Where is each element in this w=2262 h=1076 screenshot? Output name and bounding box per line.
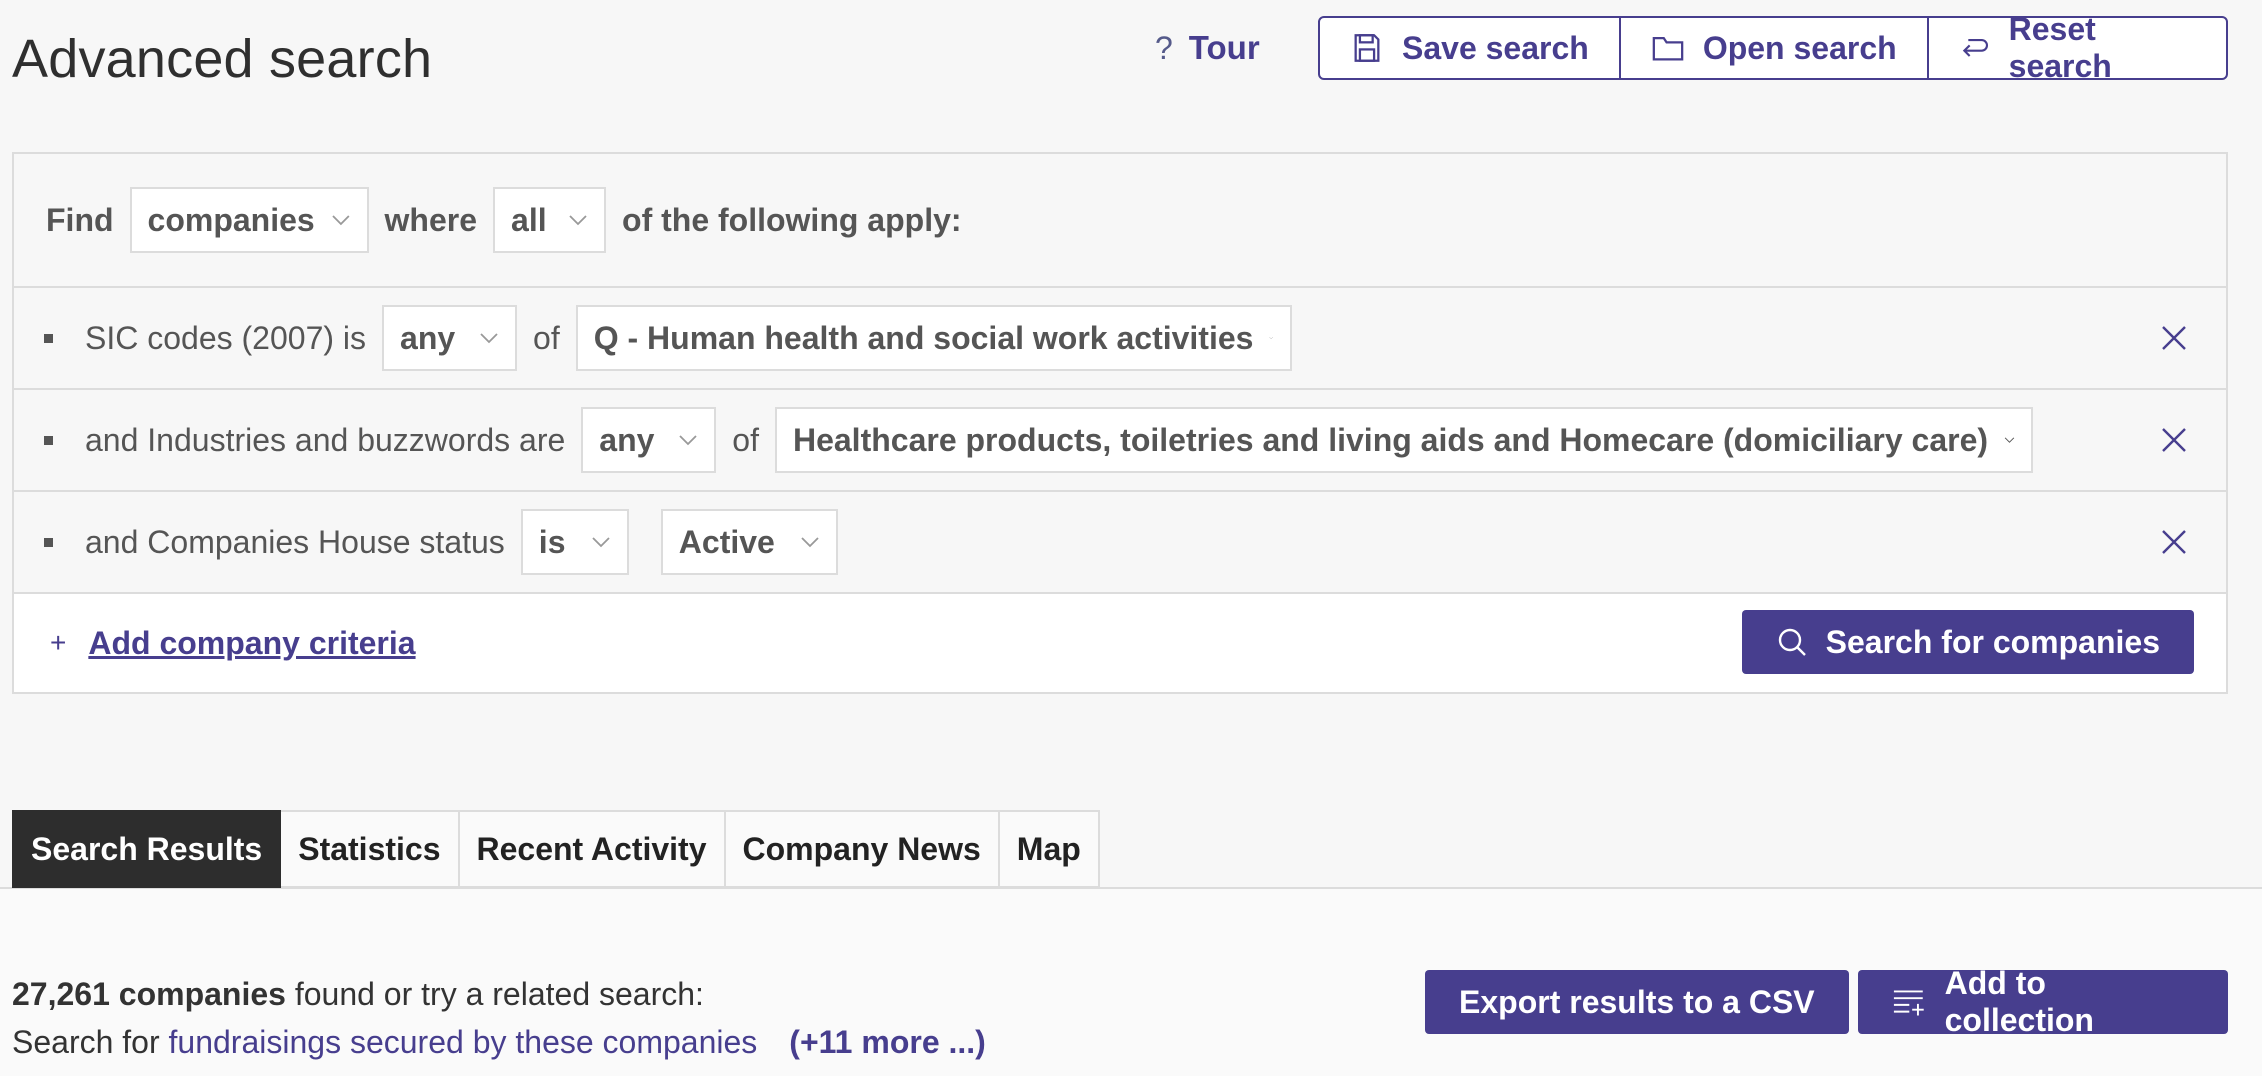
results-tabs: Search Results Statistics Recent Activit… [12, 810, 1100, 888]
criteria-label: SIC codes (2007) is [85, 319, 367, 356]
tab-statistics[interactable]: Statistics [281, 810, 460, 888]
tab-recent-activity[interactable]: Recent Activity [459, 810, 726, 888]
status-value: Active [678, 523, 775, 560]
chevron-down-icon [480, 333, 498, 344]
chevron-down-icon [801, 537, 819, 548]
operator-select[interactable]: any [581, 407, 717, 473]
results-count-suffix: found or try a related search: [285, 976, 704, 1012]
add-criteria-row: + Add company criteria Search for compan… [14, 594, 2226, 692]
save-search-button[interactable]: Save search [1320, 18, 1621, 78]
save-search-label: Save search [1402, 29, 1589, 66]
operator-value: is [538, 523, 566, 560]
related-search-link[interactable]: fundraisings secured by these companies [169, 1024, 758, 1060]
chevron-down-icon [1269, 337, 1274, 340]
close-icon[interactable] [2158, 526, 2190, 558]
bullet-icon [44, 333, 53, 343]
add-to-collection-button[interactable]: Add to collection [1858, 965, 2228, 1038]
reset-search-button[interactable]: Reset search [1929, 18, 2226, 78]
find-label: Find [46, 201, 114, 238]
chevron-down-icon [592, 537, 610, 548]
entity-value: companies [147, 201, 315, 238]
following-apply-label: of the following apply: [622, 201, 962, 238]
more-related-link[interactable]: (+11 more ...) [789, 1024, 986, 1060]
tour-label: Tour [1188, 29, 1260, 66]
folder-icon [1652, 36, 1684, 61]
close-icon[interactable] [2158, 322, 2190, 354]
results-count-value: 27,261 companies [12, 976, 286, 1012]
criteria-row-status: and Companies House status is Active [14, 492, 2226, 594]
search-for-companies-label: Search for companies [1825, 623, 2160, 660]
match-select[interactable]: all [493, 187, 607, 253]
criteria-panel: Find companies where all of the followin… [12, 152, 2228, 694]
criteria-row-sic: SIC codes (2007) is any of Q - Human hea… [14, 288, 2226, 390]
status-value-select[interactable]: Active [660, 509, 838, 575]
export-csv-button[interactable]: Export results to a CSV [1425, 970, 1849, 1034]
match-value: all [511, 201, 547, 238]
tab-map[interactable]: Map [999, 810, 1100, 888]
tour-link[interactable]: ? Tour [1155, 24, 1260, 72]
operator-value: any [400, 319, 456, 356]
tab-company-news[interactable]: Company News [725, 810, 1000, 888]
close-icon[interactable] [2158, 424, 2190, 456]
chevron-down-icon [2004, 437, 2015, 443]
where-label: where [384, 201, 478, 238]
export-csv-label: Export results to a CSV [1459, 983, 1815, 1020]
criteria-label: and Industries and buzzwords are [85, 421, 566, 458]
criteria-row-industries: and Industries and buzzwords are any of … [14, 390, 2226, 492]
of-label: of [732, 421, 759, 458]
related-search: Search for fundraisings secured by these… [12, 1024, 986, 1061]
bullet-icon [44, 435, 53, 445]
industries-value-select[interactable]: Healthcare products, toiletries and livi… [774, 407, 2033, 473]
search-for-companies-button[interactable]: Search for companies [1741, 610, 2194, 674]
open-search-label: Open search [1702, 29, 1897, 66]
chevron-down-icon [679, 435, 697, 446]
plus-icon: + [50, 627, 67, 658]
undo-arrow-icon [1962, 38, 1988, 57]
floppy-disk-icon [1354, 34, 1380, 62]
operator-select[interactable]: any [382, 305, 518, 371]
chevron-down-icon [569, 215, 587, 226]
chevron-down-icon [332, 215, 350, 226]
sic-value: Q - Human health and social work activit… [593, 319, 1254, 356]
search-icon [1778, 628, 1806, 656]
question-icon: ? [1155, 29, 1173, 66]
find-row: Find companies where all of the followin… [14, 154, 2226, 288]
entity-select[interactable]: companies [129, 187, 369, 253]
reset-search-label: Reset search [2008, 16, 2112, 80]
criteria-label: and Companies House status [85, 523, 505, 560]
operator-value: any [599, 421, 655, 458]
tab-search-results[interactable]: Search Results [12, 810, 282, 888]
industries-value: Healthcare products, toiletries and livi… [792, 421, 1989, 458]
operator-select[interactable]: is [520, 509, 629, 575]
bullet-icon [44, 537, 53, 547]
list-add-icon [1893, 990, 1924, 1016]
search-actions-group: Save search Open search Reset search [1318, 16, 2228, 80]
sic-value-select[interactable]: Q - Human health and social work activit… [575, 305, 1292, 371]
of-label: of [533, 319, 560, 356]
results-count: 27,261 companies found or try a related … [12, 976, 704, 1013]
add-company-criteria-link[interactable]: Add company criteria [88, 625, 415, 662]
open-search-button[interactable]: Open search [1621, 18, 1929, 78]
related-prefix: Search for [12, 1024, 169, 1060]
add-to-collection-label: Add to collection [1944, 965, 2094, 1038]
page-title: Advanced search [12, 29, 433, 89]
